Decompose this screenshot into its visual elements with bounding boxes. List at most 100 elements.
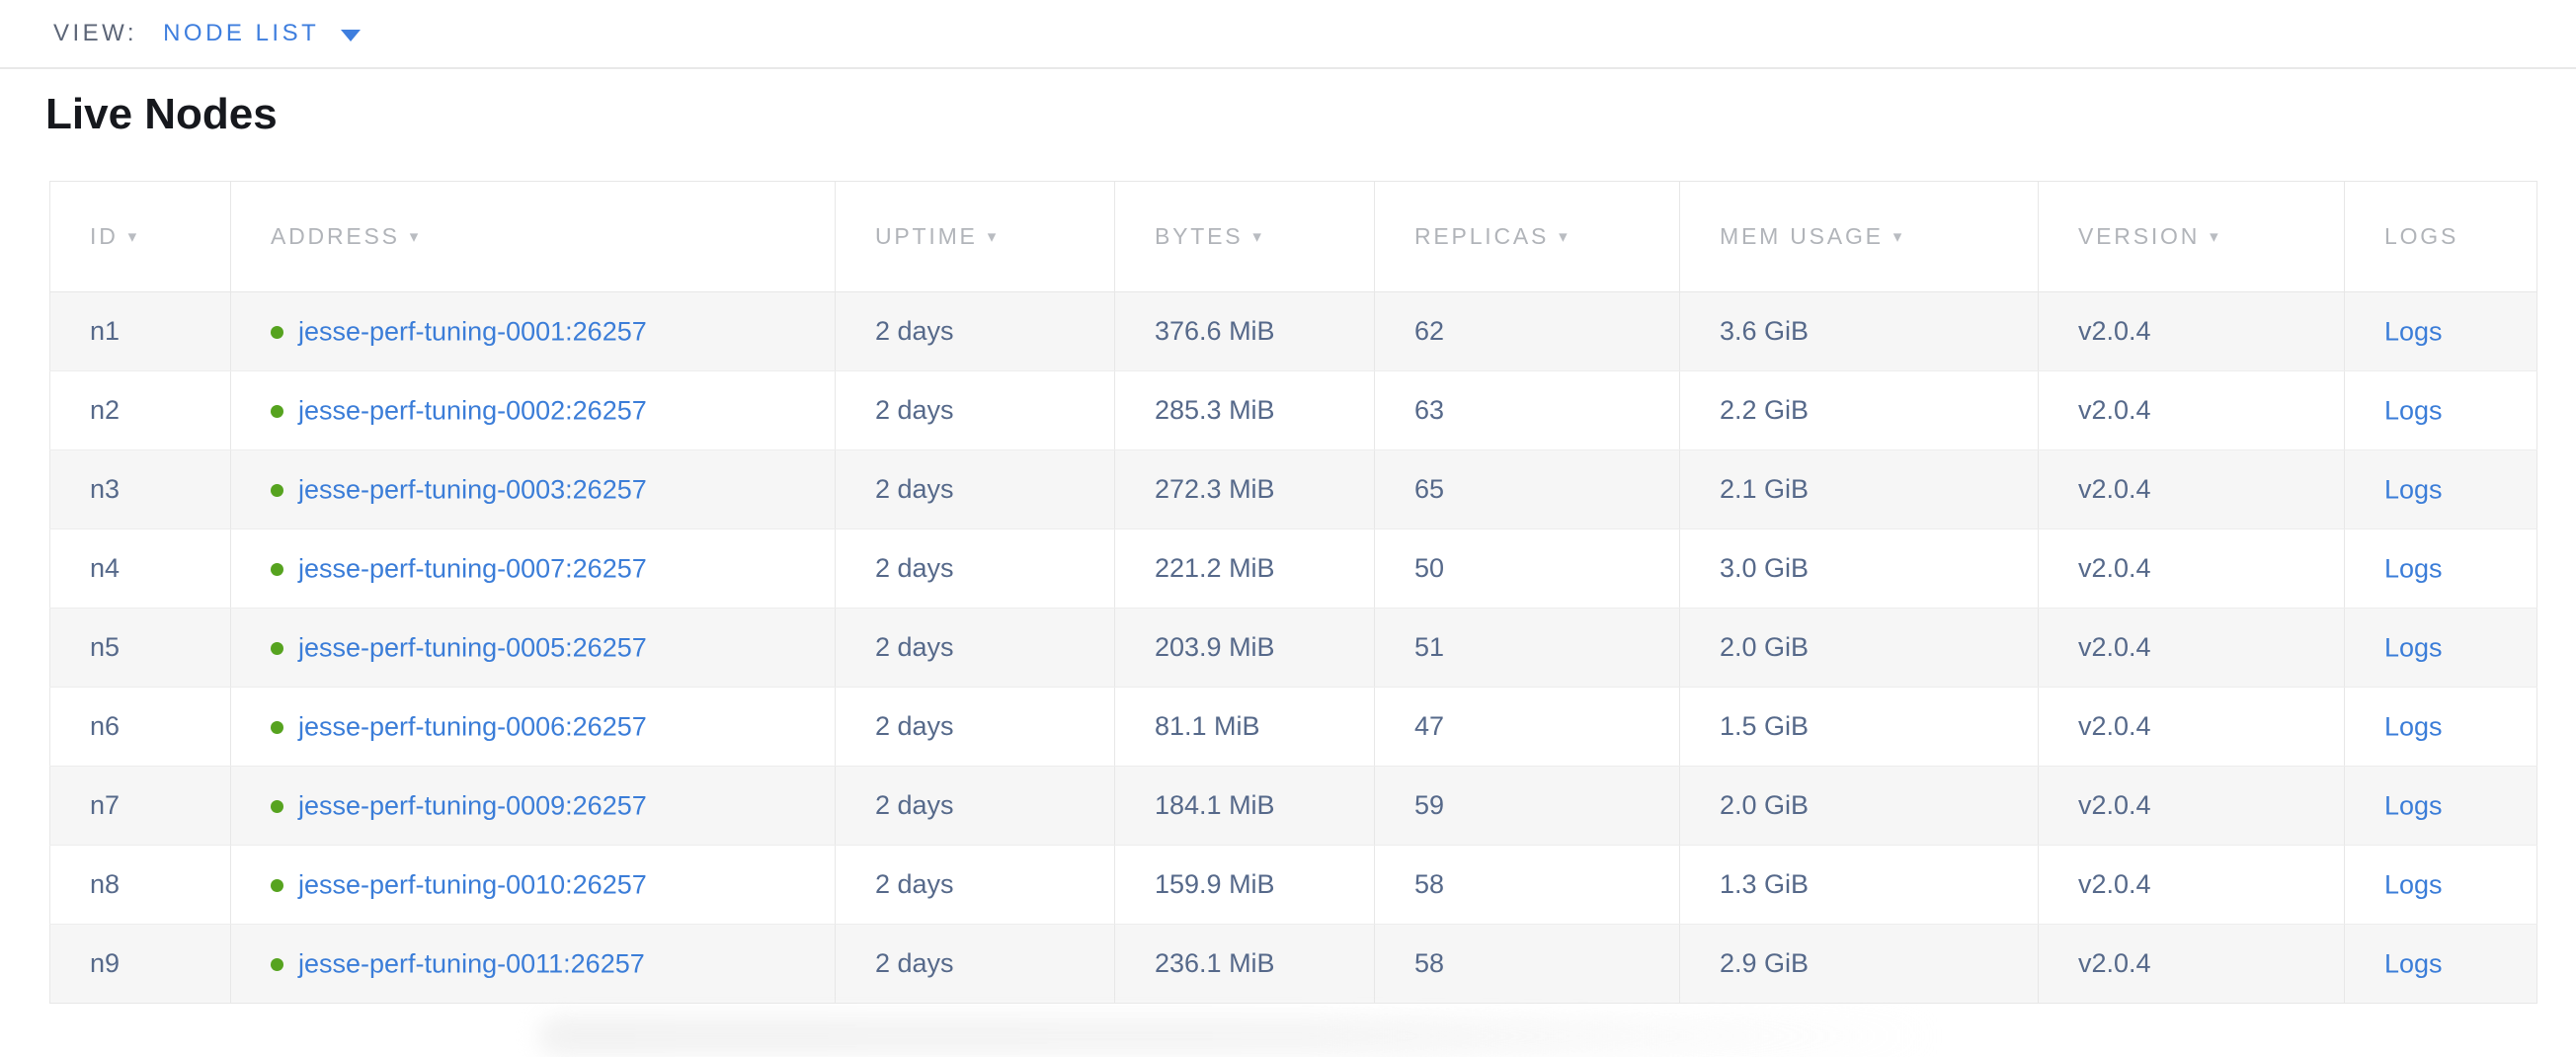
node-address-link[interactable]: jesse-perf-tuning-0002:26257 [298, 396, 647, 426]
bytes-cell: 81.1 MiB [1115, 688, 1375, 767]
logs-cell: Logs [2345, 925, 2537, 1004]
node-address-link[interactable]: jesse-perf-tuning-0009:26257 [298, 791, 647, 821]
bytes-cell: 376.6 MiB [1115, 292, 1375, 371]
logs-cell: Logs [2345, 292, 2537, 371]
col-header-id[interactable]: ID▾ [50, 182, 231, 292]
table-row: n4 jesse-perf-tuning-0007:26257 2 days 2… [50, 529, 2537, 609]
replicas-cell: 50 [1375, 529, 1680, 609]
version-cell: v2.0.4 [2039, 371, 2345, 450]
replicas-cell: 47 [1375, 688, 1680, 767]
col-header-address[interactable]: ADDRESS ▾ [231, 182, 836, 292]
node-address-cell: jesse-perf-tuning-0006:26257 [231, 688, 836, 767]
sort-arrow-icon: ▾ [410, 227, 421, 246]
logs-link[interactable]: Logs [2384, 870, 2443, 900]
uptime-cell: 2 days [836, 292, 1115, 371]
node-id-cell: n7 [50, 767, 231, 846]
mem-usage-cell: 2.2 GiB [1680, 371, 2039, 450]
logs-cell: Logs [2345, 688, 2537, 767]
table-row: n6 jesse-perf-tuning-0006:26257 2 days 8… [50, 688, 2537, 767]
bytes-cell: 159.9 MiB [1115, 846, 1375, 925]
logs-cell: Logs [2345, 767, 2537, 846]
node-id-cell: n9 [50, 925, 231, 1004]
node-address-cell: jesse-perf-tuning-0010:26257 [231, 846, 836, 925]
table-row: n7 jesse-perf-tuning-0009:26257 2 days 1… [50, 767, 2537, 846]
chevron-down-icon [341, 30, 361, 41]
mem-usage-cell: 2.0 GiB [1680, 767, 2039, 846]
node-id-cell: n4 [50, 529, 231, 609]
col-header-mem-usage[interactable]: MEM USAGE▾ [1680, 182, 2039, 292]
node-address-link[interactable]: jesse-perf-tuning-0010:26257 [298, 870, 647, 900]
node-address-link[interactable]: jesse-perf-tuning-0007:26257 [298, 554, 647, 584]
col-header-label: REPLICAS [1414, 223, 1549, 249]
col-header-label: UPTIME [875, 223, 978, 249]
node-address-link[interactable]: jesse-perf-tuning-0003:26257 [298, 475, 647, 505]
sort-arrow-icon: ▾ [128, 227, 139, 246]
node-address-link[interactable]: jesse-perf-tuning-0001:26257 [298, 317, 647, 347]
node-live-status-icon [271, 642, 283, 655]
node-live-status-icon [271, 326, 283, 339]
table-header: ID▾ ADDRESS▾ UPTIME▾ BYTES▾ REPLICAS▾ ME… [50, 182, 2537, 292]
logs-link[interactable]: Logs [2384, 791, 2443, 821]
table-row: n8 jesse-perf-tuning-0010:26257 2 days 1… [50, 846, 2537, 925]
col-header-label: MEM USAGE [1720, 223, 1884, 249]
node-address-cell: jesse-perf-tuning-0002:26257 [231, 371, 836, 450]
mem-usage-cell: 1.5 GiB [1680, 688, 2039, 767]
logs-link[interactable]: Logs [2384, 712, 2443, 742]
view-selector-dropdown[interactable]: NODE LIST [163, 20, 361, 47]
version-cell: v2.0.4 [2039, 529, 2345, 609]
version-cell: v2.0.4 [2039, 767, 2345, 846]
col-header-logs: LOGS [2345, 182, 2537, 292]
mem-usage-cell: 1.3 GiB [1680, 846, 2039, 925]
mem-usage-cell: 3.0 GiB [1680, 529, 2039, 609]
node-live-status-icon [271, 721, 283, 734]
uptime-cell: 2 days [836, 609, 1115, 688]
below-card-shadow [538, 1016, 1941, 1057]
sort-arrow-icon: ▾ [1252, 227, 1263, 246]
node-address-link[interactable]: jesse-perf-tuning-0006:26257 [298, 712, 647, 742]
node-address-link[interactable]: jesse-perf-tuning-0005:26257 [298, 633, 647, 663]
bytes-cell: 272.3 MiB [1115, 450, 1375, 529]
replicas-cell: 62 [1375, 292, 1680, 371]
mem-usage-cell: 2.9 GiB [1680, 925, 2039, 1004]
version-cell: v2.0.4 [2039, 292, 2345, 371]
logs-link[interactable]: Logs [2384, 554, 2443, 584]
version-cell: v2.0.4 [2039, 609, 2345, 688]
logs-link[interactable]: Logs [2384, 396, 2443, 426]
col-header-label: ADDRESS [271, 223, 400, 249]
bytes-cell: 184.1 MiB [1115, 767, 1375, 846]
uptime-cell: 2 days [836, 371, 1115, 450]
bytes-cell: 285.3 MiB [1115, 371, 1375, 450]
live-nodes-table: ID▾ ADDRESS▾ UPTIME▾ BYTES▾ REPLICAS▾ ME… [49, 181, 2536, 1004]
col-header-uptime[interactable]: UPTIME ▾ [836, 182, 1115, 292]
node-address-link[interactable]: jesse-perf-tuning-0011:26257 [298, 949, 645, 979]
col-header-replicas[interactable]: REPLICAS▾ [1375, 182, 1680, 292]
logs-cell: Logs [2345, 529, 2537, 609]
col-header-version[interactable]: VERSION▾ [2039, 182, 2345, 292]
node-address-cell: jesse-perf-tuning-0011:26257 [231, 925, 836, 1004]
replicas-cell: 65 [1375, 450, 1680, 529]
logs-cell: Logs [2345, 846, 2537, 925]
node-live-status-icon [271, 879, 283, 892]
node-address-cell: jesse-perf-tuning-0007:26257 [231, 529, 836, 609]
logs-cell: Logs [2345, 371, 2537, 450]
logs-link[interactable]: Logs [2384, 633, 2443, 663]
node-live-status-icon [271, 484, 283, 497]
version-cell: v2.0.4 [2039, 688, 2345, 767]
mem-usage-cell: 2.1 GiB [1680, 450, 2039, 529]
replicas-cell: 59 [1375, 767, 1680, 846]
version-cell: v2.0.4 [2039, 846, 2345, 925]
logs-link[interactable]: Logs [2384, 475, 2443, 505]
replicas-cell: 58 [1375, 925, 1680, 1004]
node-live-status-icon [271, 563, 283, 576]
logs-link[interactable]: Logs [2384, 949, 2443, 979]
replicas-cell: 58 [1375, 846, 1680, 925]
col-header-label: BYTES [1155, 223, 1243, 249]
table-body: n1 jesse-perf-tuning-0001:26257 2 days 3… [50, 292, 2537, 1004]
node-live-status-icon [271, 800, 283, 813]
sort-arrow-icon: ▾ [2210, 227, 2220, 246]
sort-arrow-icon: ▾ [988, 227, 999, 246]
col-header-bytes[interactable]: BYTES ▾ [1115, 182, 1375, 292]
node-id-cell: n5 [50, 609, 231, 688]
table-row: n5 jesse-perf-tuning-0005:26257 2 days 2… [50, 609, 2537, 688]
logs-link[interactable]: Logs [2384, 317, 2443, 347]
